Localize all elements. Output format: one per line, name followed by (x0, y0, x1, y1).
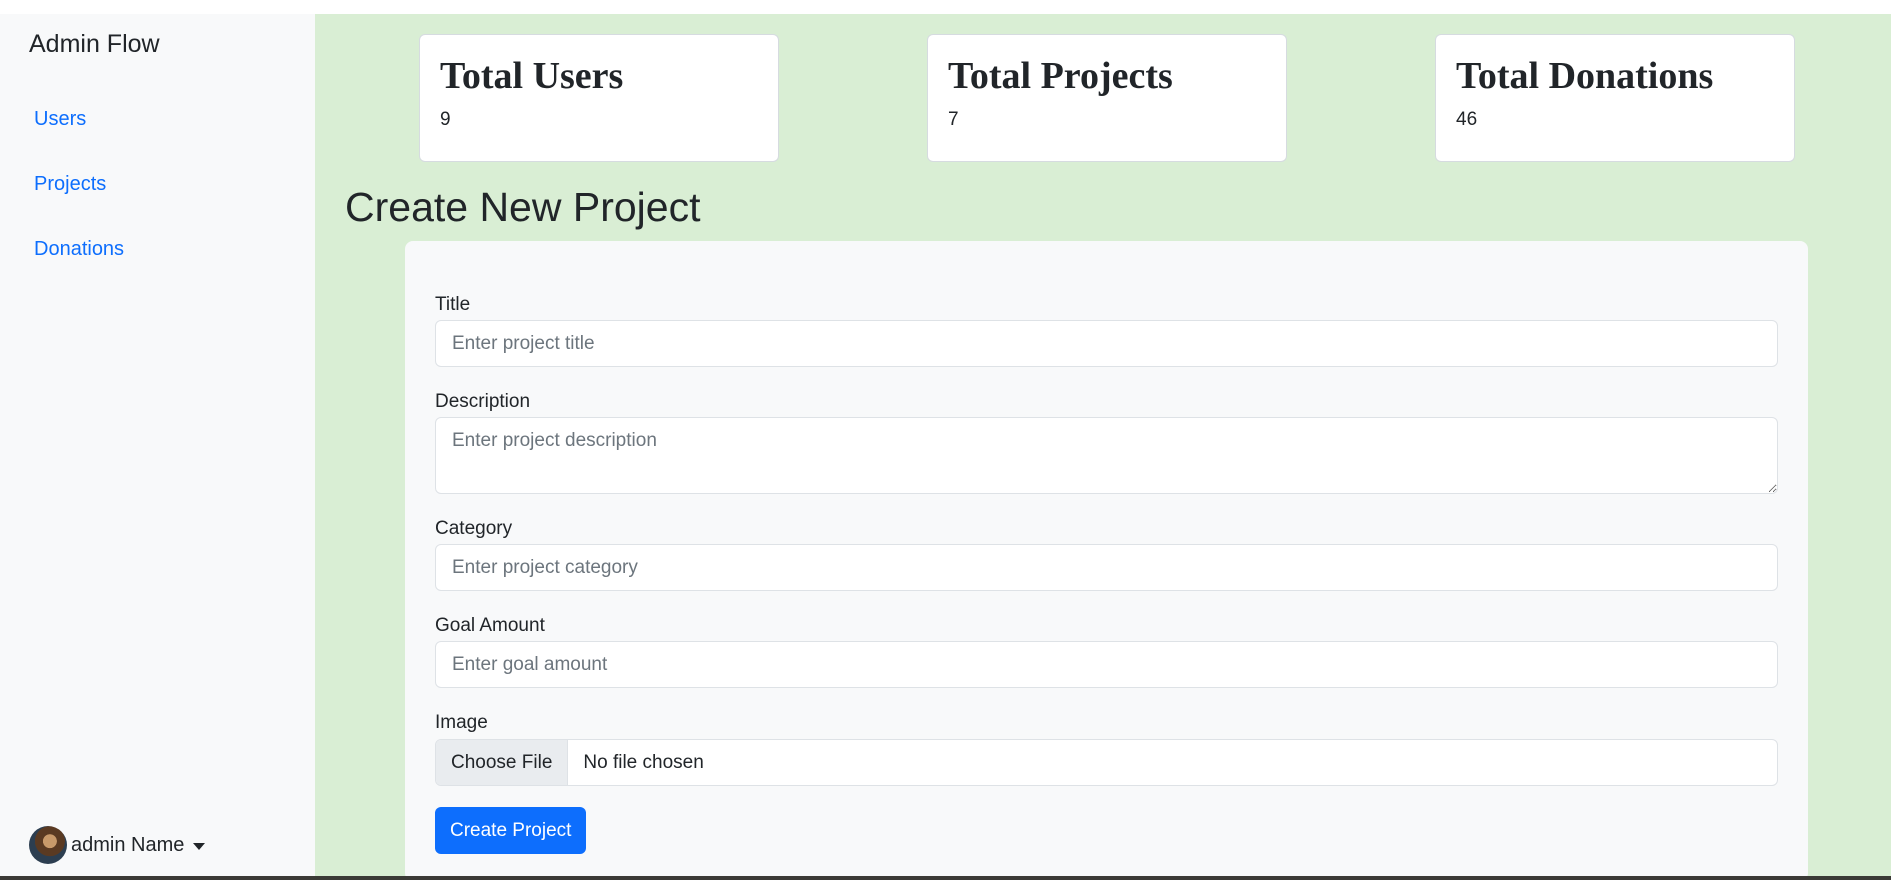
top-strip (0, 0, 1891, 14)
avatar (29, 826, 67, 864)
taskbar-edge (0, 876, 1891, 880)
create-project-form: Title Description Category Goal Amount I… (405, 241, 1808, 880)
create-project-button[interactable]: Create Project (435, 807, 587, 854)
category-input[interactable] (435, 544, 1778, 591)
description-label: Description (435, 391, 531, 412)
choose-file-button[interactable]: Choose File (436, 740, 569, 785)
brand-title: Admin Flow (29, 30, 160, 58)
file-status-text: No file chosen (583, 751, 704, 773)
title-input[interactable] (435, 320, 1778, 367)
sidebar-item-donations[interactable]: Donations (34, 238, 124, 261)
description-textarea[interactable] (435, 417, 1778, 494)
user-menu-dropdown[interactable]: admin Name (29, 826, 206, 864)
sidebar-item-users[interactable]: Users (34, 108, 86, 131)
page-title: Create New Project (345, 184, 701, 230)
main-content: Total Users 9 Total Projects 7 Total Don… (315, 14, 1891, 880)
stat-card-donations: Total Donations 46 (1435, 34, 1795, 162)
image-file-input[interactable]: Choose File No file chosen (435, 739, 1778, 786)
stat-value: 7 (948, 109, 959, 130)
stat-card-users: Total Users 9 (419, 34, 779, 162)
stat-value: 9 (440, 109, 451, 130)
stat-card-projects: Total Projects 7 (927, 34, 1287, 162)
caret-down-icon (193, 842, 206, 850)
image-label: Image (435, 712, 488, 733)
title-label: Title (435, 294, 471, 315)
stat-title: Total Donations (1456, 55, 1714, 97)
sidebar: Admin Flow Users Projects Donations admi… (0, 14, 315, 876)
sidebar-item-projects[interactable]: Projects (34, 173, 106, 196)
goal-amount-input[interactable] (435, 641, 1778, 688)
stat-value: 46 (1456, 109, 1478, 130)
goal-amount-label: Goal Amount (435, 615, 545, 636)
stat-title: Total Projects (948, 55, 1173, 97)
stat-title: Total Users (440, 55, 624, 97)
category-label: Category (435, 518, 513, 539)
user-name: admin Name (71, 833, 185, 856)
